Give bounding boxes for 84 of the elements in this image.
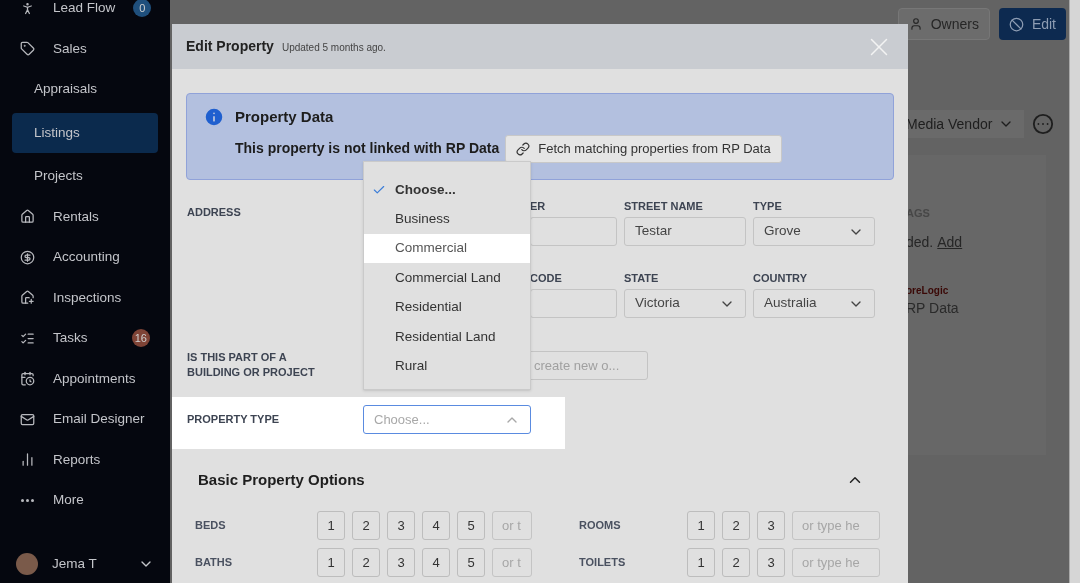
number-button[interactable]: 3 [757, 511, 785, 540]
number-field[interactable]: or type he [792, 548, 880, 577]
scrollbar[interactable] [1069, 0, 1080, 583]
sidebar-item[interactable]: Rentals [12, 196, 158, 237]
sidebar-item[interactable]: Inspections [12, 277, 158, 318]
select-field[interactable]: Australia [753, 289, 875, 318]
section-title: Basic Property Options [198, 469, 365, 490]
select-field[interactable]: Victoria [624, 289, 746, 318]
number-button[interactable]: 5 [457, 548, 485, 577]
dropdown-option[interactable]: Commercial Land [364, 263, 530, 293]
number-field[interactable]: or type he [792, 511, 880, 540]
number-field[interactable]: or t [492, 511, 532, 540]
number-button[interactable]: 2 [352, 548, 380, 577]
field-label: IS THIS PART OF A BUILDING OR PROJECT [186, 350, 316, 380]
number-button[interactable]: 1 [317, 548, 345, 577]
sidebar-subitem[interactable]: Projects [12, 156, 158, 197]
dropdown-option[interactable]: Business [364, 204, 530, 234]
more-icon [21, 498, 34, 502]
sidebar-item[interactable]: More [12, 480, 158, 521]
sidebar-item[interactable]: Sales [12, 28, 158, 69]
option-label: BEDS [195, 518, 227, 534]
user-name[interactable]: Jema T [52, 553, 124, 575]
sidebar-subitem[interactable]: Appraisals [12, 69, 158, 110]
option-label: TOILETS [579, 555, 627, 571]
number-button[interactable]: 2 [722, 548, 750, 577]
sidebar-item[interactable]: Appointments [12, 358, 158, 399]
fetch-button[interactable]: Fetch matching properties from RP Data [505, 134, 782, 163]
bar-chart-icon [20, 452, 35, 468]
number-button[interactable]: 2 [722, 511, 750, 540]
option-label: ROOMS [579, 518, 622, 534]
number-button[interactable]: 1 [687, 548, 715, 577]
edit-icon [1008, 16, 1024, 32]
count-badge: 16 [131, 329, 150, 348]
mail-icon [20, 411, 35, 427]
calendar-icon [20, 371, 35, 387]
sidebar-item[interactable]: Accounting [12, 237, 158, 278]
dropdown-option[interactable]: Choose... [364, 175, 530, 205]
person-icon [20, 0, 35, 16]
modal-subtitle: Updated 5 months ago. [281, 41, 386, 55]
sidebar-item[interactable]: Reports [12, 439, 158, 480]
dropdown-option[interactable]: Residential Land [364, 321, 530, 352]
option-label: BATHS [195, 555, 234, 571]
avatar[interactable] [16, 553, 38, 575]
house-icon [20, 209, 35, 225]
number-button[interactable]: 2 [352, 511, 380, 540]
field-label: TYPE [753, 199, 783, 213]
number-button[interactable]: 3 [387, 511, 415, 540]
field-label: ER [530, 199, 547, 213]
dollar-icon [20, 249, 35, 265]
more-icon[interactable] [1032, 113, 1055, 135]
number-button[interactable]: 3 [757, 548, 785, 577]
sidebar-subitem[interactable]: Listings [12, 112, 158, 153]
field-label: STATE [624, 271, 660, 285]
number-field[interactable]: or t [492, 548, 532, 577]
field-label: PROPERTY TYPE [187, 412, 281, 427]
sidebar-item[interactable]: Email Designer [12, 399, 158, 440]
person-icon [908, 17, 923, 31]
select-field[interactable]: Grove [753, 217, 875, 246]
logo: oreLogic [906, 283, 950, 298]
modal-title: Edit Property [186, 37, 274, 56]
sidebar-item[interactable]: Tasks 16 [12, 318, 158, 359]
number-button[interactable]: 4 [422, 511, 450, 540]
field-label: COUNTRY [753, 271, 808, 285]
number-button[interactable]: 1 [317, 511, 345, 540]
field-label: ADDRESS [187, 206, 241, 218]
sidebar-item[interactable]: Lead Flow 0 [12, 0, 158, 29]
checklist-icon [20, 330, 35, 346]
dropdown-option[interactable]: Commercial [364, 233, 530, 264]
number-button[interactable]: 5 [457, 511, 485, 540]
number-button[interactable]: 4 [422, 548, 450, 577]
link-icon [516, 141, 531, 156]
count-badge: 0 [133, 0, 152, 18]
notice-title: Property Data [235, 107, 335, 127]
notice-text: This property is not linked with RP Data [235, 139, 500, 158]
number-button[interactable]: 3 [387, 548, 415, 577]
field-label: CODE [530, 271, 563, 285]
info-icon [203, 106, 225, 128]
dropdown-option[interactable]: Residential [364, 292, 530, 322]
tag-icon [20, 41, 35, 57]
number-button[interactable]: 1 [687, 511, 715, 540]
field-label: STREET NAME [624, 199, 704, 213]
house-icon [20, 290, 35, 306]
text-field[interactable]: Testar [624, 217, 746, 246]
edit-button[interactable]: Edit [998, 8, 1066, 40]
